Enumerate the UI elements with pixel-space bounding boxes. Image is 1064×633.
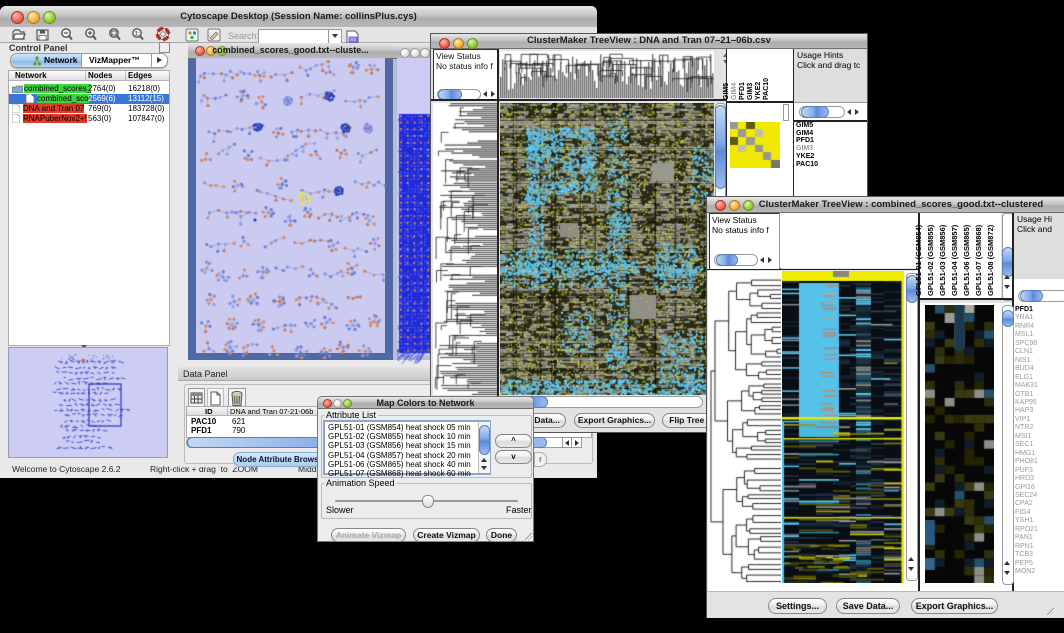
svg-text:1:: 1: [135, 32, 140, 38]
